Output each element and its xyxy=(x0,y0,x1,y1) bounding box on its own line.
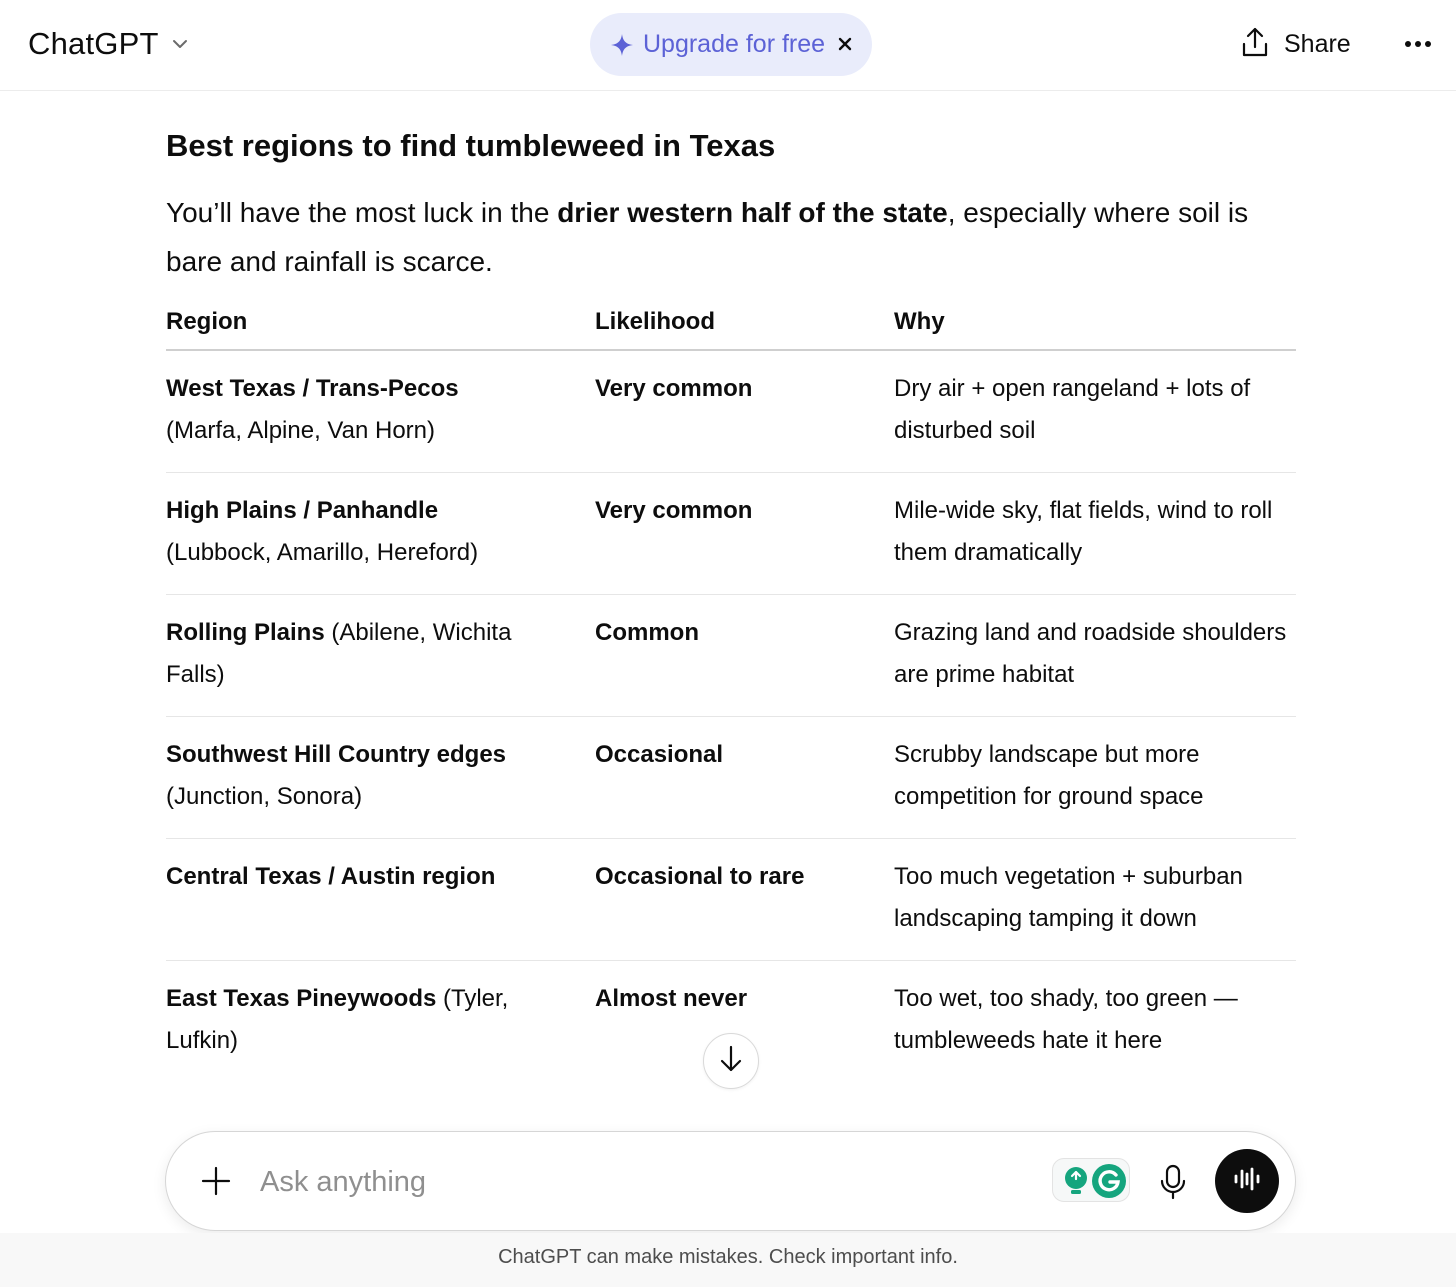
why-cell: Too much vegetation + suburban landscapi… xyxy=(894,863,1243,932)
column-header-likelihood: Likelihood xyxy=(595,308,715,335)
region-towns: (Marfa, Alpine, Van Horn) xyxy=(166,417,436,444)
region-cell: East Texas Pineywoods (Tyler, Lufkin) xyxy=(166,978,566,1062)
prompt-composer xyxy=(165,1131,1296,1231)
disclaimer-text: ChatGPT can make mistakes. Check importa… xyxy=(498,1246,958,1268)
chevron-down-icon xyxy=(169,33,191,55)
upgrade-pill[interactable]: Upgrade for free xyxy=(590,13,872,76)
region-cell: West Texas / Trans-Pecos (Marfa, Alpine, … xyxy=(166,368,566,452)
table-row: Southwest Hill Country edges (Junction, S… xyxy=(166,717,1296,839)
likelihood-cell: Occasional xyxy=(595,734,865,776)
likelihood-cell: Very common xyxy=(595,490,865,532)
top-bar: ChatGPT Upgrade for free Share xyxy=(0,0,1456,91)
region-name: East Texas Pineywoods xyxy=(166,985,437,1012)
region-cell: Rolling Plains (Abilene, Wichita Falls) xyxy=(166,612,566,696)
scroll-to-bottom-button[interactable] xyxy=(703,1033,759,1089)
sparkle-icon xyxy=(610,33,634,57)
table-row: Rolling Plains (Abilene, Wichita Falls) … xyxy=(166,595,1296,717)
likelihood-value: Common xyxy=(595,619,699,646)
close-icon[interactable] xyxy=(836,35,854,53)
share-button[interactable]: Share xyxy=(1240,26,1351,62)
why-cell: Dry air + open rangeland + lots of distu… xyxy=(894,375,1251,444)
grammarly-icon xyxy=(1091,1163,1127,1204)
likelihood-value: Very common xyxy=(595,375,753,402)
prompt-input[interactable] xyxy=(260,1160,1020,1204)
voice-mode-button[interactable] xyxy=(1215,1149,1279,1213)
intro-text: You’ll have the most luck in the xyxy=(166,197,558,228)
likelihood-value: Occasional to rare xyxy=(595,863,805,890)
region-cell: Southwest Hill Country edges (Junction, S… xyxy=(166,734,566,818)
share-icon xyxy=(1240,26,1270,63)
table-row: Central Texas / Austin region Occasional… xyxy=(166,839,1296,961)
microphone-icon[interactable] xyxy=(1156,1163,1190,1201)
table-header: Region Likelihood Why xyxy=(166,300,1296,351)
likelihood-cell: Almost never xyxy=(595,978,865,1020)
region-cell: High Plains / Panhandle (Lubbock, Amarill… xyxy=(166,490,566,574)
lightbulb-icon xyxy=(1061,1165,1091,1202)
model-name: ChatGPT xyxy=(28,26,159,61)
likelihood-value: Very common xyxy=(595,497,753,524)
likelihood-cell: Common xyxy=(595,612,865,654)
likelihood-cell: Very common xyxy=(595,368,865,410)
writing-assistant-extension[interactable] xyxy=(1052,1158,1130,1202)
region-name: Central Texas / Austin region xyxy=(166,863,496,890)
table-row: West Texas / Trans-Pecos (Marfa, Alpine, … xyxy=(166,351,1296,473)
region-cell: Central Texas / Austin region xyxy=(166,856,566,898)
intro-bold-text: drier western half of the state xyxy=(557,197,948,228)
why-cell: Grazing land and roadside shoulders are … xyxy=(894,619,1287,688)
region-towns: (Junction, Sonora) xyxy=(166,783,363,810)
region-towns: (Lubbock, Amarillo, Hereford) xyxy=(166,539,479,566)
column-header-why: Why xyxy=(894,308,945,335)
region-name: Rolling Plains xyxy=(166,619,325,646)
region-name: West Texas / Trans-Pecos xyxy=(166,375,459,402)
likelihood-value: Almost never xyxy=(595,985,748,1012)
model-selector[interactable]: ChatGPT xyxy=(28,24,191,64)
response-intro: You’ll have the most luck in the drier w… xyxy=(166,188,1296,286)
arrow-down-icon xyxy=(718,1044,744,1079)
region-name: Southwest Hill Country edges xyxy=(166,741,507,768)
likelihood-cell: Occasional to rare xyxy=(595,856,865,898)
why-cell: Too wet, too shady, too green — tumblewe… xyxy=(894,985,1238,1054)
waveform-icon xyxy=(1232,1166,1262,1197)
likelihood-value: Occasional xyxy=(595,741,724,768)
why-cell: Mile-wide sky, flat fields, wind to roll… xyxy=(894,497,1273,566)
response-heading: Best regions to find tumbleweed in Texas xyxy=(166,128,776,163)
table-row: High Plains / Panhandle (Lubbock, Amarill… xyxy=(166,473,1296,595)
regions-table: Region Likelihood Why West Texas / Trans… xyxy=(166,300,1296,1083)
more-options-icon[interactable] xyxy=(1400,30,1436,58)
region-name: High Plains / Panhandle xyxy=(166,497,439,524)
add-attachment-icon[interactable] xyxy=(198,1163,234,1199)
column-header-region: Region xyxy=(166,308,248,335)
why-cell: Scrubby landscape but more competition f… xyxy=(894,741,1204,810)
share-label: Share xyxy=(1284,29,1351,58)
upgrade-label: Upgrade for free xyxy=(643,30,826,58)
